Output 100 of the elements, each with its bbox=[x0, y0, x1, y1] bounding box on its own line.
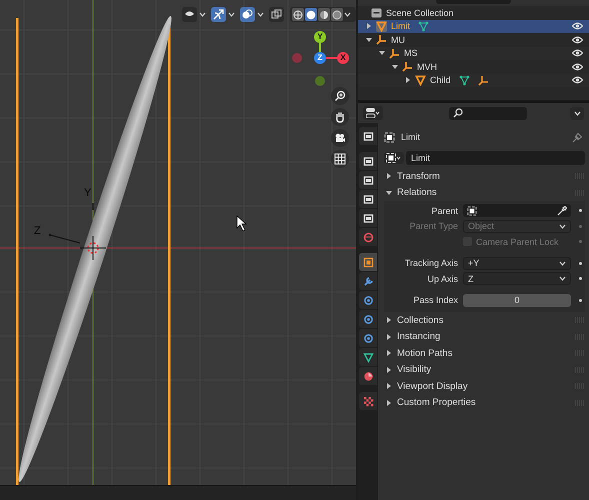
drag-handle-icon[interactable] bbox=[575, 350, 585, 356]
properties-tab[interactable] bbox=[359, 152, 377, 170]
outliner-row[interactable]: MVH bbox=[358, 60, 589, 74]
globe-icon bbox=[362, 232, 374, 242]
properties-tab[interactable] bbox=[359, 171, 377, 189]
keyframe-dot-icon[interactable] bbox=[579, 277, 582, 280]
dropdown[interactable]: +Y bbox=[463, 256, 571, 270]
collapsed-arrow-icon[interactable] bbox=[386, 317, 392, 324]
eye-icon[interactable] bbox=[572, 62, 583, 71]
caret-icon[interactable] bbox=[228, 12, 235, 17]
collapsed-arrow-icon[interactable] bbox=[386, 173, 392, 180]
sphere-icon bbox=[293, 10, 303, 20]
collapsed-arrow-icon[interactable] bbox=[386, 366, 392, 373]
object-type-dropdown[interactable] bbox=[384, 152, 404, 164]
collapsed-arrow-icon[interactable] bbox=[386, 334, 392, 340]
outliner-row[interactable]: Scene Collection bbox=[358, 6, 589, 20]
zoom-button[interactable] bbox=[331, 87, 349, 105]
drag-handle-icon[interactable] bbox=[575, 173, 585, 180]
drag-handle-icon[interactable] bbox=[575, 334, 585, 340]
xray-toggle[interactable] bbox=[269, 7, 284, 22]
panel-title[interactable]: Relations bbox=[397, 187, 437, 198]
search-icon bbox=[453, 108, 463, 118]
collapsed-arrow-icon[interactable] bbox=[386, 350, 392, 356]
caret-icon[interactable] bbox=[344, 12, 351, 17]
eye-icon[interactable] bbox=[572, 49, 583, 58]
name-field[interactable]: Limit bbox=[406, 151, 585, 165]
eyedropper-icon[interactable] bbox=[557, 206, 567, 216]
options-dropdown[interactable] bbox=[570, 106, 584, 120]
drag-handle-icon[interactable] bbox=[575, 190, 585, 196]
elongated-object[interactable] bbox=[18, 16, 172, 482]
field-label: Up Axis bbox=[426, 274, 458, 284]
magnifier-icon bbox=[334, 90, 346, 102]
visibility-dropdown[interactable] bbox=[182, 7, 197, 22]
parent-field[interactable] bbox=[463, 204, 571, 218]
expanded-arrow-icon[interactable] bbox=[392, 64, 398, 70]
drag-handle-icon[interactable] bbox=[575, 383, 585, 390]
properties-tab[interactable] bbox=[359, 291, 377, 309]
properties-tab[interactable] bbox=[359, 190, 377, 208]
properties-tab[interactable] bbox=[359, 348, 377, 366]
expanded-arrow-icon[interactable] bbox=[366, 36, 372, 43]
properties-tab[interactable] bbox=[359, 310, 377, 328]
grid-button[interactable] bbox=[331, 150, 349, 168]
keyframe-dot-icon[interactable] bbox=[579, 262, 582, 265]
properties-tab[interactable] bbox=[359, 367, 377, 385]
expanded-arrow-icon[interactable] bbox=[379, 50, 385, 56]
axes-icon bbox=[478, 74, 489, 86]
sphere-icon bbox=[306, 10, 316, 20]
caret-icon[interactable] bbox=[199, 12, 206, 17]
collapsed-arrow-icon[interactable] bbox=[405, 77, 411, 84]
collapsed-arrow-icon[interactable] bbox=[386, 400, 392, 406]
shading-mode-button[interactable] bbox=[305, 8, 317, 21]
eye-icon[interactable] bbox=[572, 36, 583, 44]
sphere-icon bbox=[319, 10, 329, 20]
properties-tab[interactable] bbox=[359, 127, 377, 145]
panel-title[interactable]: Visibility bbox=[397, 364, 432, 376]
dropdown[interactable]: Z bbox=[463, 272, 571, 286]
drag-handle-icon[interactable] bbox=[575, 400, 585, 406]
panel-title[interactable]: Custom Properties bbox=[397, 397, 476, 408]
expanded-arrow-icon[interactable] bbox=[386, 190, 392, 196]
negative-y-axis-dot[interactable] bbox=[315, 76, 325, 86]
panel-title[interactable]: Motion Paths bbox=[397, 348, 452, 359]
pan-button[interactable] bbox=[331, 108, 349, 126]
collapsed-arrow-icon[interactable] bbox=[366, 23, 372, 30]
eye-icon[interactable] bbox=[572, 76, 583, 84]
x-axis-handle[interactable]: X bbox=[337, 52, 349, 64]
camera-button[interactable] bbox=[331, 129, 349, 147]
drag-handle-icon[interactable] bbox=[575, 366, 585, 373]
properties-tab[interactable] bbox=[359, 329, 377, 347]
triangle-icon bbox=[376, 20, 387, 32]
keyframe-dot-icon[interactable] bbox=[579, 298, 582, 302]
panel-title[interactable]: Viewport Display bbox=[397, 380, 468, 392]
drag-handle-icon[interactable] bbox=[575, 317, 585, 324]
overlay-toggle[interactable] bbox=[240, 7, 255, 22]
z-axis-handle[interactable]: Z bbox=[314, 52, 326, 64]
caret-icon bbox=[574, 110, 580, 116]
gizmo-toggle[interactable] bbox=[211, 7, 226, 22]
keyframe-dot-icon[interactable] bbox=[579, 209, 582, 212]
outliner-row[interactable]: Limit bbox=[358, 20, 589, 33]
shading-mode-button[interactable] bbox=[292, 8, 304, 21]
editor-type-dropdown[interactable] bbox=[363, 106, 383, 120]
shading-mode-button[interactable] bbox=[331, 8, 343, 21]
panel-title[interactable]: Transform bbox=[397, 170, 440, 182]
eye-icon[interactable] bbox=[572, 22, 583, 30]
search-field[interactable] bbox=[449, 106, 527, 120]
object-name: Child bbox=[430, 75, 451, 86]
keyframe-dot-icon[interactable] bbox=[579, 240, 582, 244]
caret-icon[interactable] bbox=[257, 12, 264, 17]
number-field[interactable]: 0 bbox=[463, 294, 571, 307]
panel-title[interactable]: Collections bbox=[397, 314, 444, 326]
tab-icon bbox=[362, 332, 374, 344]
negative-x-axis-dot[interactable] bbox=[292, 53, 302, 63]
pin-icon[interactable] bbox=[572, 132, 583, 142]
outliner-row[interactable]: MU bbox=[358, 33, 589, 46]
shading-mode-button[interactable] bbox=[318, 8, 330, 21]
properties-tab[interactable] bbox=[359, 209, 377, 227]
properties-tab[interactable] bbox=[359, 272, 377, 290]
y-axis-handle[interactable]: Y bbox=[314, 31, 326, 43]
collapsed-arrow-icon[interactable] bbox=[386, 383, 392, 390]
panel-title[interactable]: Instancing bbox=[397, 331, 440, 342]
keyframe-dot-icon[interactable] bbox=[579, 224, 582, 228]
